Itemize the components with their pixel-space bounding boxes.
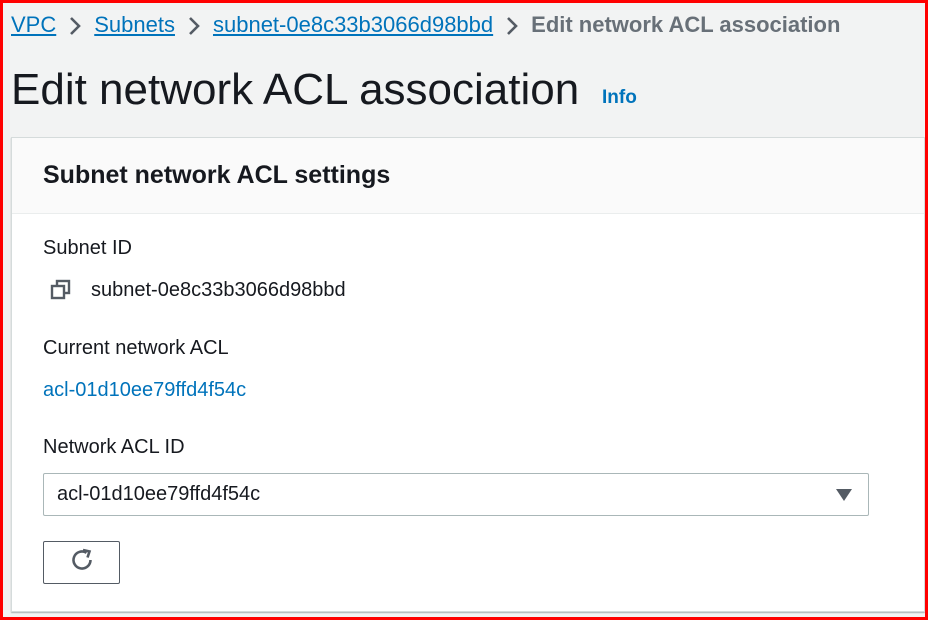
panel-title: Subnet network ACL settings <box>43 161 391 189</box>
panel-header: Subnet network ACL settings <box>12 138 924 214</box>
caret-down-icon <box>836 488 852 502</box>
acl-id-selected-value: acl-01d10ee79ffd4f54c <box>57 483 261 505</box>
refresh-icon <box>68 546 96 579</box>
breadcrumb-vpc[interactable]: VPC <box>11 11 56 39</box>
refresh-button[interactable] <box>43 541 120 584</box>
settings-panel: Subnet network ACL settings Subnet ID su… <box>11 137 925 612</box>
chevron-right-icon <box>56 11 94 39</box>
breadcrumb-current: Edit network ACL association <box>531 12 841 37</box>
current-acl-label: Current network ACL <box>43 337 229 359</box>
page-title: Edit network ACL association <box>11 65 580 114</box>
chevron-right-icon <box>175 11 213 39</box>
info-link[interactable]: Info <box>602 87 637 109</box>
copy-icon[interactable] <box>49 278 73 302</box>
subnet-id-label: Subnet ID <box>43 237 132 259</box>
subnet-id-value: subnet-0e8c33b3066d98bbd <box>91 278 346 301</box>
chevron-right-icon <box>493 11 531 39</box>
current-acl-link[interactable]: acl-01d10ee79ffd4f54c <box>43 379 246 402</box>
breadcrumb-subnets[interactable]: Subnets <box>94 11 175 39</box>
breadcrumb-subnet-id[interactable]: subnet-0e8c33b3066d98bbd <box>213 11 493 39</box>
acl-id-select[interactable]: acl-01d10ee79ffd4f54c <box>43 473 869 516</box>
breadcrumb: VPC Subnets subnet-0e8c33b3066d98bbd Edi… <box>11 11 840 39</box>
acl-id-label: Network ACL ID <box>43 436 185 458</box>
subnet-id-row: subnet-0e8c33b3066d98bbd <box>49 278 346 302</box>
